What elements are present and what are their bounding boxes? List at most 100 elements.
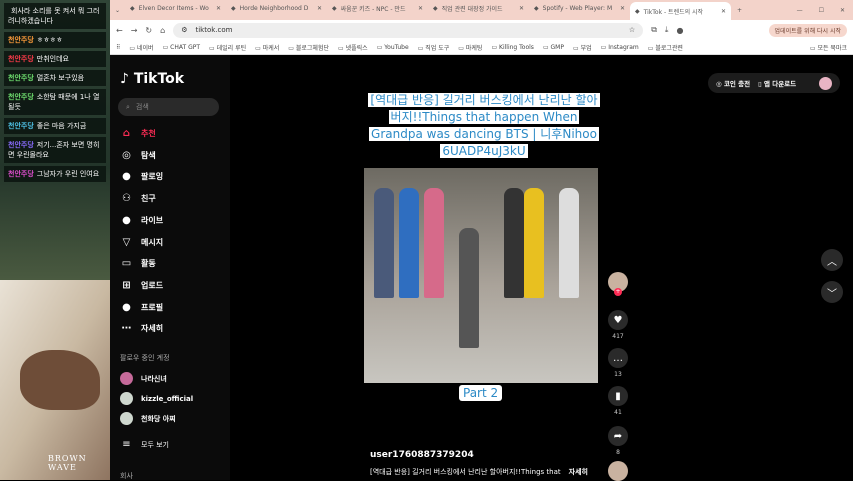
new-tab-button[interactable]: + <box>731 7 748 14</box>
prev-video-button[interactable]: ︿ <box>821 249 843 271</box>
chat-message: 천안주당 소한탐 때문에 1나 열될듯 <box>4 89 106 115</box>
sidebar-item[interactable]: ▭ 활동 <box>120 258 156 269</box>
chat-author: 천안주당 <box>8 74 34 82</box>
nav-icon: ● <box>122 171 131 183</box>
bookmark-item[interactable]: ▭ 마케서 <box>255 43 279 52</box>
site-info-icon[interactable]: ⚙ <box>181 26 187 34</box>
following-account[interactable]: 나라신녀 <box>120 372 167 385</box>
bookmark-item[interactable]: ▭ YouTube <box>377 44 409 51</box>
tab-close-icon[interactable]: ✕ <box>519 5 524 12</box>
browser-tab[interactable]: ◆ 싸움꾼 키즈 - NPC - 만드 ✕ <box>327 0 428 16</box>
folder-icon: ▭ <box>129 44 136 52</box>
coin-button[interactable]: ◎ 코인 충전 <box>716 78 750 88</box>
forward-icon[interactable]: → <box>131 26 138 35</box>
tab-favicon-icon: ◆ <box>635 7 640 15</box>
next-video-button[interactable]: ﹀ <box>821 281 843 303</box>
tab-close-icon[interactable]: ✕ <box>721 8 726 15</box>
see-all-link[interactable]: ≡ 모두 보기 <box>120 439 169 450</box>
home-icon[interactable]: ⌂ <box>160 26 165 35</box>
folder-icon: ▭ <box>572 44 579 52</box>
bookmark-item[interactable]: ▭ 마케팅 <box>458 43 482 52</box>
search-input[interactable]: ⌕ 검색 <box>118 98 219 116</box>
top-right-bar: ◎ 코인 충전 ▯ 앱 다운로드 <box>708 73 840 93</box>
tab-close-icon[interactable]: ✕ <box>620 5 625 12</box>
sidebar-item[interactable]: ● 팔로잉 <box>120 171 163 182</box>
update-button[interactable]: 업데이트를 위해 다시 시작 <box>768 23 847 37</box>
download-icon[interactable]: ⤓ <box>665 25 669 35</box>
reload-icon[interactable]: ↻ <box>145 26 152 35</box>
profile-icon[interactable]: ● <box>676 26 683 35</box>
tab-label: Elven Decor Items - Wo <box>138 4 209 12</box>
tab-close-icon[interactable]: ✕ <box>418 5 423 12</box>
folder-icon: ▭ <box>376 43 383 51</box>
browser-tab[interactable]: ◆ Horde Neighborhood D ✕ <box>226 0 327 16</box>
folder-icon: ▭ <box>255 44 261 52</box>
tiktok-logo[interactable]: ♪ TikTok <box>120 71 184 87</box>
search-icon: ⌕ <box>126 102 130 111</box>
user-avatar[interactable] <box>819 76 832 90</box>
apps-icon[interactable]: ⠿ <box>116 44 120 51</box>
minimize-button[interactable]: — <box>789 7 811 14</box>
bookmarks-bar: ⠿ ▭ 네이버 ▭ CHAT GPT ▭ 데일리 루틴 ▭ 마케서 ▭ 블로그체험단 ▭ 넷… <box>110 40 853 55</box>
browser-tab[interactable]: ◆ Elven Decor Items - Wo ✕ <box>125 0 226 16</box>
following-account[interactable]: kizzle_official <box>120 392 193 405</box>
back-icon[interactable]: ← <box>116 26 123 35</box>
bookmark-item[interactable]: ▭ 넷플릭스 <box>338 43 368 52</box>
bookmark-item[interactable]: ▭ Instagram <box>601 44 639 51</box>
tab-favicon-icon: ◆ <box>231 4 236 12</box>
extensions-icon[interactable]: ⧉ <box>651 25 657 35</box>
like-button[interactable]: ♥ 417 <box>608 310 628 340</box>
url-text[interactable]: tiktok.com <box>195 26 232 34</box>
list-icon: ≡ <box>122 439 131 450</box>
bookmark-item[interactable]: ▭ GMP <box>543 44 564 51</box>
tab-search-icon[interactable]: ⌄ <box>110 7 125 14</box>
browser-tab[interactable]: ◆ 직업 관련 대장정 가이드 ✕ <box>428 0 529 16</box>
save-button[interactable]: ▮ 41 <box>608 386 628 416</box>
account-avatar <box>120 372 133 385</box>
bookmark-item[interactable]: ▭ 블로그관련 <box>648 43 683 52</box>
sidebar-item[interactable]: ⌂ 추천 <box>120 128 156 139</box>
sidebar-item[interactable]: ⊞ 업로드 <box>120 280 163 291</box>
comment-button[interactable]: … 13 <box>608 348 628 378</box>
sidebar-item[interactable]: ◎ 탐색 <box>120 150 156 161</box>
video-author[interactable]: user1760887379204 <box>370 450 474 460</box>
chat-message: 천안주당 좋은 마음 가지금 <box>4 118 106 134</box>
sidebar-item[interactable]: ● 라이브 <box>120 215 163 226</box>
folder-icon: ▭ <box>162 43 169 51</box>
sound-avatar[interactable] <box>608 461 628 481</box>
chat-message: 천안주당 ㅎㅎㅎㅎ <box>4 32 106 48</box>
following-account[interactable]: 천화당 아찌 <box>120 412 176 425</box>
tab-close-icon[interactable]: ✕ <box>216 5 221 12</box>
tab-close-icon[interactable]: ✕ <box>317 5 322 12</box>
chat-message: 회사라 소리를 못 켜서 뭐 그러려니하겠습니다 <box>4 3 106 29</box>
tab-favicon-icon: ◆ <box>433 4 438 12</box>
bookmark-star-icon[interactable]: ☆ <box>629 26 635 34</box>
game-window: 회사라 소리를 못 켜서 뭐 그러려니하겠습니다 천안주당 ㅎㅎㅎㅎ 천안주당 만취인데… <box>0 0 110 480</box>
video-player[interactable] <box>364 168 598 383</box>
browser-tab[interactable]: ◆ TikTok - 트렌드의 시작 ✕ <box>630 2 732 20</box>
bookmark-item[interactable]: ▭ 데일리 루틴 <box>209 43 246 52</box>
chat-message: 천안주당 멀혼차 보구있음 <box>4 70 106 86</box>
close-window-button[interactable]: ✕ <box>832 7 853 14</box>
bookmark-item[interactable]: ▭ 모든 북마크 <box>810 43 847 52</box>
share-button[interactable]: ➦ 8 <box>608 426 628 456</box>
bookmark-item[interactable]: ▭ Killing Tools <box>491 44 534 51</box>
bookmark-item[interactable]: ▭ CHAT GPT <box>163 44 200 51</box>
bookmark-item[interactable]: ▭ 블로그체험단 <box>288 43 329 52</box>
bookmark-item[interactable]: ▭ 부업 <box>573 43 592 52</box>
sidebar-item[interactable]: ● 프로필 <box>120 302 163 313</box>
folder-icon: ▭ <box>809 44 816 52</box>
sidebar-item[interactable]: ⚇ 친구 <box>120 193 156 204</box>
more-link[interactable]: 자세히 <box>569 468 588 476</box>
maximize-button[interactable]: ☐ <box>811 7 832 14</box>
browser-tab[interactable]: ◆ Spotify - Web Player: M ✕ <box>529 0 630 16</box>
tiktok-page: ♪ TikTok ⌕ 검색 ⌂ 추천 ◎ 탐색 ● 팔로잉 ⚇ 친구 ● 라이브 ▽ 메시지 ▭ 활동 ⊞ 업로… <box>110 55 853 481</box>
app-download-button[interactable]: ▯ 앱 다운로드 <box>758 78 796 88</box>
bookmark-item[interactable]: ▭ 직업 도구 <box>418 43 450 52</box>
tab-favicon-icon: ◆ <box>130 4 135 12</box>
url-bar[interactable]: ⚙ tiktok.com ☆ <box>173 22 644 38</box>
bookmark-item[interactable]: ▭ 네이버 <box>129 43 153 52</box>
sidebar-item[interactable]: ⋯ 자세히 <box>120 323 164 334</box>
sidebar-item[interactable]: ▽ 메시지 <box>120 237 163 248</box>
author-avatar[interactable]: + <box>608 272 628 296</box>
